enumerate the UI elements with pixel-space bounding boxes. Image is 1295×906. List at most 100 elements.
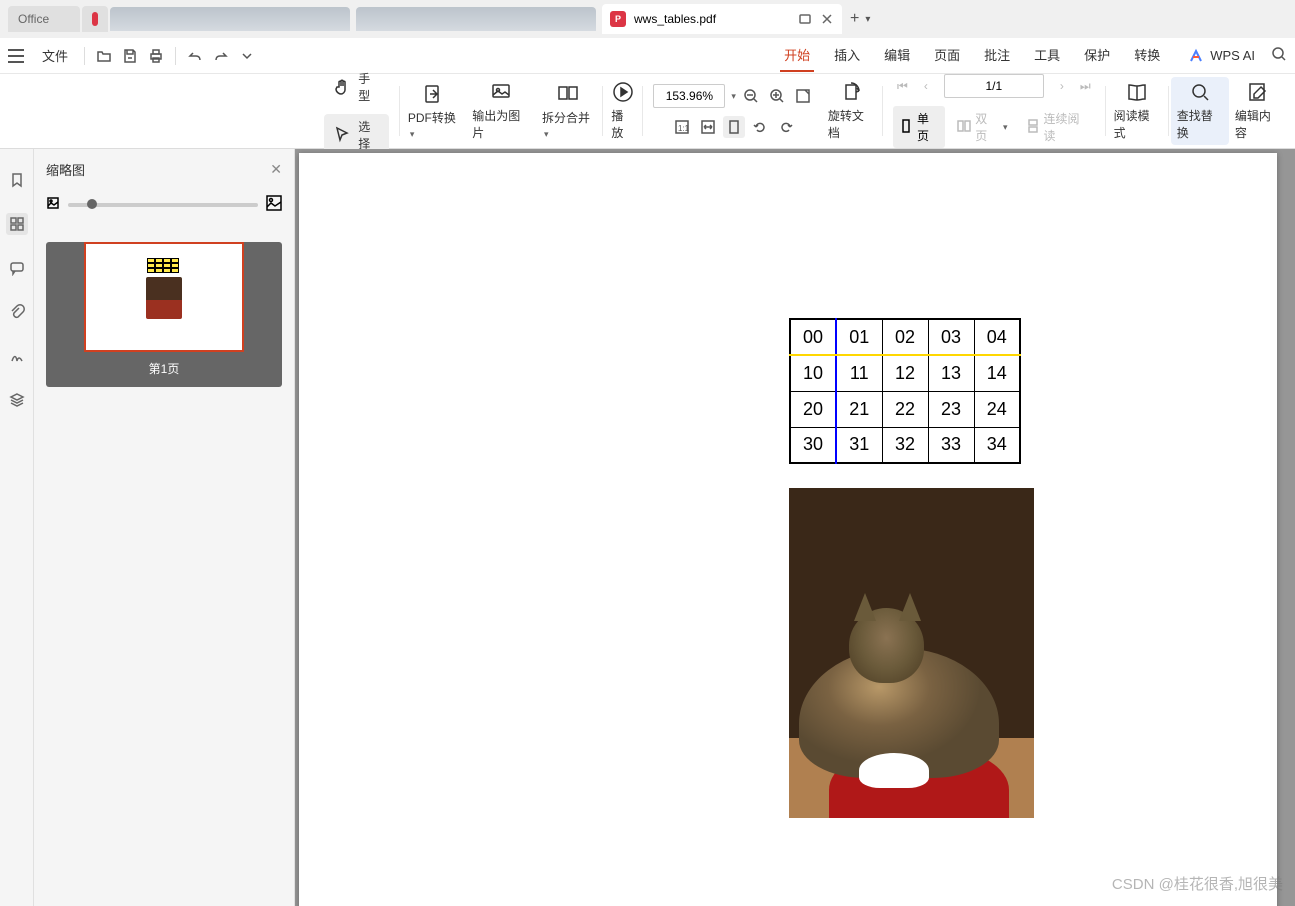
bookmark-icon[interactable] xyxy=(6,169,28,191)
cell-3-0: 30 xyxy=(790,427,836,463)
tab-convert[interactable]: 转换 xyxy=(1130,39,1164,72)
play-button[interactable]: 播放 xyxy=(605,77,640,145)
tab-window-icon[interactable] xyxy=(798,12,812,26)
rotate-doc-button[interactable]: 旋转文档 xyxy=(822,77,880,145)
cell-1-2: 12 xyxy=(882,355,928,391)
next-page-icon[interactable]: › xyxy=(1056,79,1068,93)
document-viewport[interactable]: 00 01 02 03 04 10 11 12 13 14 20 21 22 xyxy=(295,149,1295,906)
thumbnail-size-slider[interactable] xyxy=(68,203,258,207)
menu-bar: 文件 开始 插入 编辑 页面 批注 工具 保护 转换 WPS AI xyxy=(0,38,1295,74)
comment-icon[interactable] xyxy=(6,257,28,279)
edit-icon xyxy=(1247,81,1269,103)
wps-logo-icon xyxy=(92,12,98,26)
zoom-in-icon[interactable] xyxy=(766,85,788,107)
tab-page[interactable]: 页面 xyxy=(930,39,964,72)
zoom-dropdown-icon[interactable]: ▾ xyxy=(731,91,736,102)
double-page-label: 双页 xyxy=(975,110,997,144)
thumbnail-panel: 缩略图 ✕ 第1页 xyxy=(34,149,295,906)
tab-insert[interactable]: 插入 xyxy=(830,39,864,72)
fit-actual-icon[interactable]: 1:1 xyxy=(671,116,693,138)
export-image-button[interactable]: 输出为图片 xyxy=(466,77,536,145)
fit-width-icon[interactable] xyxy=(697,116,719,138)
fit-page-icon[interactable] xyxy=(723,116,745,138)
hand-tool-button[interactable]: 手型 xyxy=(324,66,389,108)
reading-mode-button[interactable]: 阅读模式 xyxy=(1108,77,1166,145)
content-table: 00 01 02 03 04 10 11 12 13 14 20 21 22 xyxy=(789,318,1021,464)
cell-2-1: 21 xyxy=(836,391,882,427)
print-icon[interactable] xyxy=(145,45,167,67)
pdf-icon: P xyxy=(610,11,626,27)
thumbnail-icon[interactable] xyxy=(6,213,28,235)
tab-protect[interactable]: 保护 xyxy=(1080,39,1114,72)
select-label: 选择 xyxy=(358,118,381,152)
rotate-doc-icon xyxy=(840,81,862,103)
menu-separator xyxy=(175,47,176,65)
svg-text:1:1: 1:1 xyxy=(678,124,690,133)
tab-blur-2[interactable] xyxy=(356,7,596,31)
tab-start[interactable]: 开始 xyxy=(780,39,814,72)
watermark-text: CSDN @桂花很香,旭很美 xyxy=(1112,873,1283,894)
edit-content-label: 编辑内容 xyxy=(1235,107,1281,141)
signature-icon[interactable] xyxy=(6,345,28,367)
cell-2-4: 24 xyxy=(974,391,1020,427)
pdf-convert-button[interactable]: PDF转换 ▾ xyxy=(402,79,466,144)
continuous-label: 连续阅读 xyxy=(1044,110,1089,144)
redo-icon[interactable] xyxy=(210,45,232,67)
zoom-region-icon[interactable] xyxy=(792,85,814,107)
new-tab-dropdown-icon[interactable]: ▾ xyxy=(865,14,870,25)
split-merge-button[interactable]: 拆分合并▾ xyxy=(536,79,600,144)
chevron-down-icon: ▾ xyxy=(410,129,415,139)
pdf-convert-label: PDF转换 xyxy=(408,111,456,125)
thumb-size-large-icon[interactable] xyxy=(266,195,282,214)
find-replace-button[interactable]: 查找替换 xyxy=(1171,77,1229,145)
single-page-label: 单页 xyxy=(917,110,939,144)
rotate-doc-label: 旋转文档 xyxy=(828,107,874,141)
cell-0-4: 04 xyxy=(974,319,1020,355)
document-tab[interactable]: P wws_tables.pdf xyxy=(602,4,842,34)
thumb-size-small-icon[interactable] xyxy=(46,196,60,213)
edit-content-button[interactable]: 编辑内容 xyxy=(1229,77,1287,145)
tab-edit[interactable]: 编辑 xyxy=(880,39,914,72)
page-number-input[interactable] xyxy=(944,74,1044,98)
more-dropdown-icon[interactable] xyxy=(236,45,258,67)
play-label: 播放 xyxy=(611,107,634,141)
cell-1-1: 11 xyxy=(836,355,882,391)
save-icon[interactable] xyxy=(119,45,141,67)
double-page-button[interactable]: 双页 ▾ xyxy=(951,106,1013,148)
prev-page-icon[interactable]: ‹ xyxy=(920,79,932,93)
thumbnail-card[interactable]: 第1页 xyxy=(46,242,282,387)
split-merge-icon xyxy=(557,83,579,105)
first-page-icon[interactable]: ⏮ xyxy=(893,79,912,94)
zoom-input[interactable] xyxy=(653,84,725,108)
menu-file[interactable]: 文件 xyxy=(34,42,76,69)
reading-mode-label: 阅读模式 xyxy=(1114,107,1160,141)
new-tab-button[interactable]: + xyxy=(850,10,859,28)
zoom-out-icon[interactable] xyxy=(740,85,762,107)
thumbnail-page-1[interactable] xyxy=(84,242,244,352)
content-image-cat xyxy=(789,488,1034,818)
cell-0-1: 01 xyxy=(836,319,882,355)
cell-0-3: 03 xyxy=(928,319,974,355)
last-page-icon[interactable]: ⏭ xyxy=(1076,79,1095,94)
undo-icon[interactable] xyxy=(184,45,206,67)
open-folder-icon[interactable] xyxy=(93,45,115,67)
rotate-right-icon[interactable] xyxy=(775,116,797,138)
rotate-left-icon[interactable] xyxy=(749,116,771,138)
tab-blur-1[interactable] xyxy=(110,7,350,31)
attachment-icon[interactable] xyxy=(6,301,28,323)
layers-icon[interactable] xyxy=(6,389,28,411)
tab-partial[interactable]: Office xyxy=(8,6,80,32)
tab-tools[interactable]: 工具 xyxy=(1030,39,1064,72)
tab-app-icon[interactable] xyxy=(82,6,108,32)
search-icon[interactable] xyxy=(1271,46,1287,65)
pdf-convert-icon xyxy=(423,83,445,105)
tab-close-icon[interactable] xyxy=(820,12,834,26)
hamburger-icon[interactable] xyxy=(8,49,24,63)
continuous-read-button[interactable]: 连续阅读 xyxy=(1020,106,1095,148)
tab-review[interactable]: 批注 xyxy=(980,39,1014,72)
single-page-button[interactable]: 单页 xyxy=(893,106,945,148)
hand-icon xyxy=(332,76,353,98)
wps-ai-label: WPS AI xyxy=(1210,48,1255,63)
close-panel-icon[interactable]: ✕ xyxy=(270,161,282,178)
wps-ai-button[interactable]: WPS AI xyxy=(1188,48,1255,64)
